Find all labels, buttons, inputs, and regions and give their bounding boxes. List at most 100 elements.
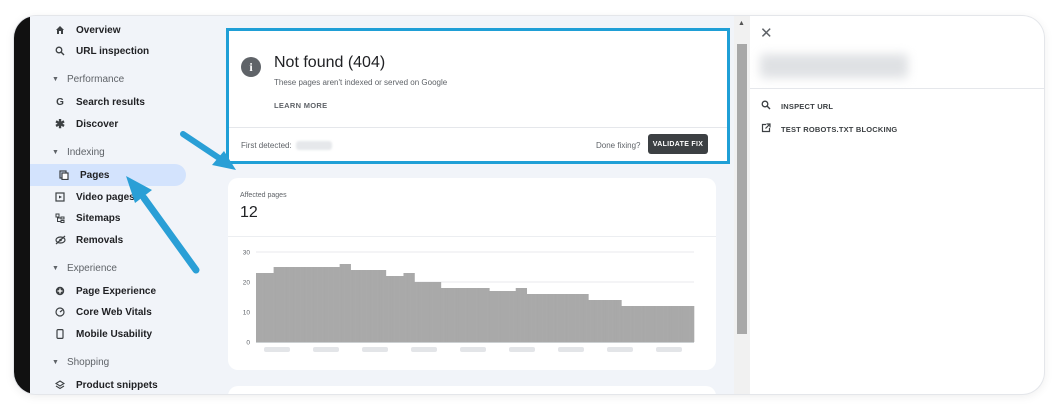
sidebar-item-product-snippets[interactable]: Product snippets [40,374,192,394]
scroll-up-arrow-icon[interactable]: ▲ [738,20,745,27]
chart-bar[interactable] [583,294,587,342]
chart-bar[interactable] [458,288,461,342]
chart-bar[interactable] [388,276,391,342]
chart-bar[interactable] [456,288,459,342]
chart-bar[interactable] [476,288,479,342]
chart-bar[interactable] [278,267,281,342]
section-indexing[interactable]: ▼ Indexing [52,147,105,158]
chart-bar[interactable] [553,294,556,342]
chart-bar[interactable] [390,276,393,342]
chart-bar[interactable] [311,267,314,342]
chart-bar[interactable] [577,294,580,342]
chart-bar[interactable] [594,300,598,342]
chart-bar[interactable] [403,273,406,342]
chart-bar[interactable] [407,273,411,342]
chart-bar[interactable] [537,294,541,342]
chart-bar[interactable] [671,306,675,342]
chart-bar[interactable] [421,282,424,342]
chart-bar[interactable] [260,273,263,342]
chart-bar[interactable] [498,291,501,342]
chart-bar[interactable] [619,300,622,342]
sidebar-item-pages[interactable]: Pages [30,164,186,186]
chart-bar[interactable] [674,306,677,342]
chart-bar[interactable] [647,306,651,342]
chart-bar[interactable] [495,291,499,342]
sidebar-item-sitemaps[interactable]: Sitemaps [40,207,192,229]
chart-bar[interactable] [306,267,310,342]
chart-bar[interactable] [645,306,649,342]
chart-bar[interactable] [335,267,338,342]
sidebar-item-url-inspection[interactable]: URL inspection [40,40,192,62]
sidebar-item-discover[interactable]: ✱ Discover [40,113,192,135]
chart-bar[interactable] [561,294,565,342]
sidebar-item-search-results[interactable]: G Search results [40,91,192,113]
chart-bar[interactable] [638,306,642,342]
chart-bar[interactable] [410,273,413,342]
chart-bar[interactable] [663,306,666,342]
sidebar-item-removals[interactable]: Removals [40,229,192,251]
chart-bar[interactable] [412,273,415,342]
chart-bar[interactable] [436,282,439,342]
chart-bar[interactable] [383,270,387,342]
chart-bar[interactable] [605,300,609,342]
chart-bar[interactable] [487,288,490,342]
chart-bar[interactable] [610,300,613,342]
chart-bar[interactable] [443,288,446,342]
chart-bar[interactable] [588,300,591,342]
chart-bar[interactable] [678,306,682,342]
chart-bar[interactable] [680,306,684,342]
inspect-url-button[interactable]: INSPECT URL [760,100,833,113]
learn-more-link[interactable]: LEARN MORE [274,101,327,110]
chart-bar[interactable] [451,288,455,342]
chart-bar[interactable] [535,294,539,342]
chart-bar[interactable] [676,306,679,342]
chart-bar[interactable] [641,306,644,342]
chart-bar[interactable] [612,300,616,342]
chart-bar[interactable] [275,267,279,342]
chart-bar[interactable] [366,270,369,342]
chart-bar[interactable] [370,270,373,342]
chart-bar[interactable] [328,267,332,342]
chart-bar[interactable] [286,267,290,342]
chart-bar[interactable] [333,267,336,342]
chart-bar[interactable] [621,306,624,342]
chart-bar[interactable] [465,288,468,342]
chart-bar[interactable] [689,306,693,342]
chart-bar[interactable] [528,294,532,342]
chart-bar[interactable] [478,288,481,342]
chart-bar[interactable] [425,282,428,342]
chart-bar[interactable] [555,294,558,342]
chart-bar[interactable] [262,273,266,342]
chart-bar[interactable] [256,273,259,342]
chart-bar[interactable] [597,300,600,342]
chart-bar[interactable] [423,282,426,342]
chart-bar[interactable] [531,294,534,342]
chart-bar[interactable] [445,288,448,342]
chart-bar[interactable] [304,267,307,342]
chart-bar[interactable] [649,306,653,342]
chart-bar[interactable] [550,294,554,342]
chart-bar[interactable] [467,288,470,342]
chart-bar[interactable] [462,288,466,342]
chart-bar[interactable] [623,306,627,342]
chart-bar[interactable] [319,267,323,342]
chart-bar[interactable] [434,282,437,342]
chart-bar[interactable] [533,294,536,342]
chart-bar[interactable] [447,288,450,342]
chart-bar[interactable] [401,276,404,342]
sidebar-item-page-experience[interactable]: Page Experience [40,280,192,302]
chart-bar[interactable] [258,273,261,342]
chart-bar[interactable] [482,288,486,342]
chart-bar[interactable] [396,276,400,342]
chart-bar[interactable] [339,264,343,342]
chart-bar[interactable] [586,294,589,342]
chart-bar[interactable] [526,294,530,342]
chart-bar[interactable] [665,306,668,342]
chart-bar[interactable] [643,306,646,342]
chart-bar[interactable] [654,306,657,342]
chart-bar[interactable] [500,291,503,342]
chart-bar[interactable] [658,306,662,342]
chart-bar[interactable] [432,282,435,342]
chart-bar[interactable] [280,267,283,342]
chart-bar[interactable] [513,291,517,342]
